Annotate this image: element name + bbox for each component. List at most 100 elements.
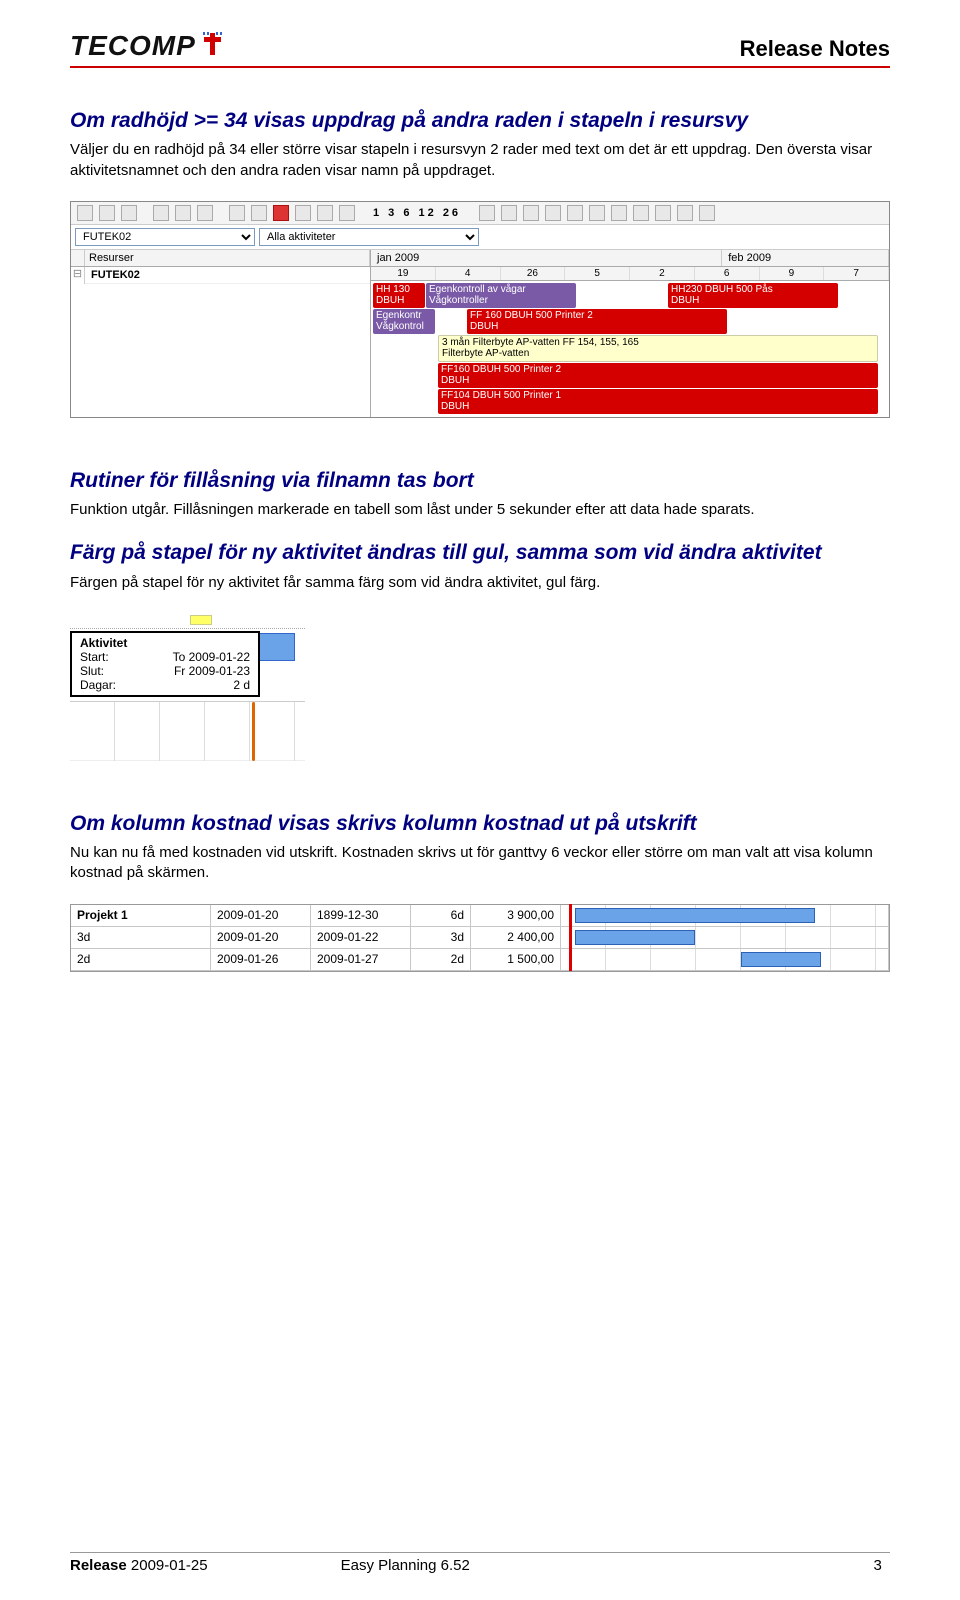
tooltip-slut-value: Fr 2009-01-23 <box>174 664 250 678</box>
toolbar: 1 3 6 12 26 <box>71 202 889 225</box>
section3-heading: Färg på stapel för ny aktivitet ändras t… <box>70 540 890 566</box>
bar-ff104[interactable]: FF104 DBUH 500 Printer 1 DBUH <box>438 389 878 414</box>
cell-duration: 3d <box>411 927 471 948</box>
bar-ff160[interactable]: FF 160 DBUH 500 Printer 2 DBUH <box>467 309 727 334</box>
today-line <box>569 926 572 949</box>
tooltip-title: Aktivitet <box>80 636 250 650</box>
section2-body: Funktion utgår. Fillåsningen markerade e… <box>70 500 890 520</box>
section4-body: Nu kan nu få med kostnaden vid utskrift.… <box>70 843 890 884</box>
cell-cost: 1 500,00 <box>471 949 561 970</box>
tooltip-slut-label: Slut: <box>80 664 104 678</box>
header-title: Release Notes <box>740 36 890 62</box>
footer-product: Easy Planning 6.52 <box>341 1557 612 1574</box>
find-icon[interactable] <box>295 205 311 221</box>
view1-icon[interactable] <box>567 205 583 221</box>
footer-release-label: Release <box>70 1557 127 1574</box>
bar-filterbyte[interactable]: 3 mån Filterbyte AP-vatten FF 154, 155, … <box>438 335 878 362</box>
pen-icon[interactable] <box>611 205 627 221</box>
today-line <box>569 904 572 927</box>
screenshot-cost-table: Projekt 12009-01-201899-12-306d3 900,003… <box>70 904 890 972</box>
month-feb: feb 2009 <box>722 250 889 266</box>
gantt-bar[interactable] <box>741 952 821 967</box>
cell-gantt <box>561 927 889 948</box>
zoom-in-icon[interactable] <box>479 205 495 221</box>
section2-heading: Rutiner för fillåsning via filnamn tas b… <box>70 468 890 494</box>
gantt-bar[interactable] <box>575 930 695 945</box>
table-row[interactable]: 2d2009-01-262009-01-272d1 500,00 <box>71 949 889 971</box>
prev-icon[interactable] <box>655 205 671 221</box>
cell-gantt <box>561 905 889 926</box>
delete-icon[interactable] <box>339 205 355 221</box>
today-line <box>569 948 572 971</box>
table-row[interactable]: 3d2009-01-202009-01-223d2 400,00 <box>71 927 889 949</box>
bar-ff160b[interactable]: FF160 DBUH 500 Printer 2 DBUH <box>438 363 878 388</box>
mini-grid <box>70 701 305 761</box>
tooltip-start-value: To 2009-01-22 <box>173 650 250 664</box>
bar-hh130[interactable]: HH 130 DBUH <box>373 283 425 308</box>
page-footer: Release 2009-01-25 Easy Planning 6.52 3 <box>70 1552 890 1574</box>
cell-name: 3d <box>71 927 211 948</box>
paste-icon[interactable] <box>197 205 213 221</box>
section4-heading: Om kolumn kostnad visas skrivs kolumn ko… <box>70 811 890 837</box>
resurser-header: Resurser <box>85 250 370 266</box>
calendar-icon[interactable] <box>229 205 245 221</box>
activity-filter[interactable]: Alla aktiviteter <box>259 228 479 246</box>
cell-cost: 3 900,00 <box>471 905 561 926</box>
collapse-toggle[interactable]: ⊟ <box>71 267 85 284</box>
cell-start: 2009-01-20 <box>211 927 311 948</box>
tooltip-dagar-label: Dagar: <box>80 678 116 692</box>
view2-icon[interactable] <box>589 205 605 221</box>
section3-body: Färgen på stapel för ny aktivitet får sa… <box>70 573 890 593</box>
table-row[interactable]: Projekt 12009-01-201899-12-306d3 900,00 <box>71 905 889 927</box>
cell-end: 2009-01-22 <box>311 927 411 948</box>
book-icon[interactable] <box>523 205 539 221</box>
footer-page-number: 3 <box>611 1557 882 1574</box>
gantt-bar[interactable] <box>575 908 815 923</box>
today-marker <box>252 702 255 761</box>
grid-icon[interactable] <box>545 205 561 221</box>
bar-hh230[interactable]: HH230 DBUH 500 Pås DBUH <box>668 283 838 308</box>
calendar2-icon[interactable] <box>699 205 715 221</box>
month-jan: jan 2009 <box>371 250 722 266</box>
cell-duration: 6d <box>411 905 471 926</box>
filter-icon[interactable] <box>251 205 267 221</box>
toolbar-numbers: 1 3 6 12 26 <box>373 207 461 219</box>
copy-icon[interactable] <box>175 205 191 221</box>
new-icon[interactable] <box>77 205 93 221</box>
tooltip-dagar-value: 2 d <box>233 678 250 692</box>
cell-gantt <box>561 949 889 970</box>
screenshot-activity-tooltip: Aktivitet Start: To 2009-01-22 Slut: Fr … <box>70 613 890 761</box>
logo-icon <box>200 31 228 62</box>
check-icon[interactable] <box>633 205 649 221</box>
footer-release-date: 2009-01-25 <box>127 1557 208 1574</box>
logo-text: TECOMP <box>70 30 196 62</box>
cell-cost: 2 400,00 <box>471 927 561 948</box>
bar-egenkontr2[interactable]: Egenkontr Vågkontrol <box>373 309 435 334</box>
cut-icon[interactable] <box>153 205 169 221</box>
gantt-bars: HH 130 DBUH Egenkontroll av vågar Vågkon… <box>371 281 889 417</box>
print-icon[interactable] <box>121 205 137 221</box>
zoom-out-icon[interactable] <box>501 205 517 221</box>
page-header: TECOMP Release Notes <box>70 30 890 68</box>
section1-body: Väljer du en radhöjd på 34 eller större … <box>70 140 890 181</box>
cell-start: 2009-01-20 <box>211 905 311 926</box>
activity-tooltip: Aktivitet Start: To 2009-01-22 Slut: Fr … <box>70 631 260 697</box>
gantt-day-header: 19 4 26 5 2 6 9 7 <box>371 267 889 281</box>
cell-duration: 2d <box>411 949 471 970</box>
mini-timeline <box>70 613 305 629</box>
back-icon[interactable] <box>273 205 289 221</box>
cell-end: 1899-12-30 <box>311 905 411 926</box>
tooltip-start-label: Start: <box>80 650 109 664</box>
bar-egenkontroll[interactable]: Egenkontroll av vågar Vågkontroller <box>426 283 576 308</box>
cell-start: 2009-01-26 <box>211 949 311 970</box>
screenshot-resource-gantt: 1 3 6 12 26 FUTEK02 Alla aktiviteter <box>70 201 890 418</box>
next-icon[interactable] <box>677 205 693 221</box>
resource-filter[interactable]: FUTEK02 <box>75 228 255 246</box>
section1-heading: Om radhöjd >= 34 visas uppdrag på andra … <box>70 108 890 134</box>
resource-row[interactable]: FUTEK02 <box>85 267 370 284</box>
cell-end: 2009-01-27 <box>311 949 411 970</box>
left-column-header: Resurser <box>71 250 370 267</box>
new-activity-marker <box>190 615 212 625</box>
approve-icon[interactable] <box>317 205 333 221</box>
save-icon[interactable] <box>99 205 115 221</box>
